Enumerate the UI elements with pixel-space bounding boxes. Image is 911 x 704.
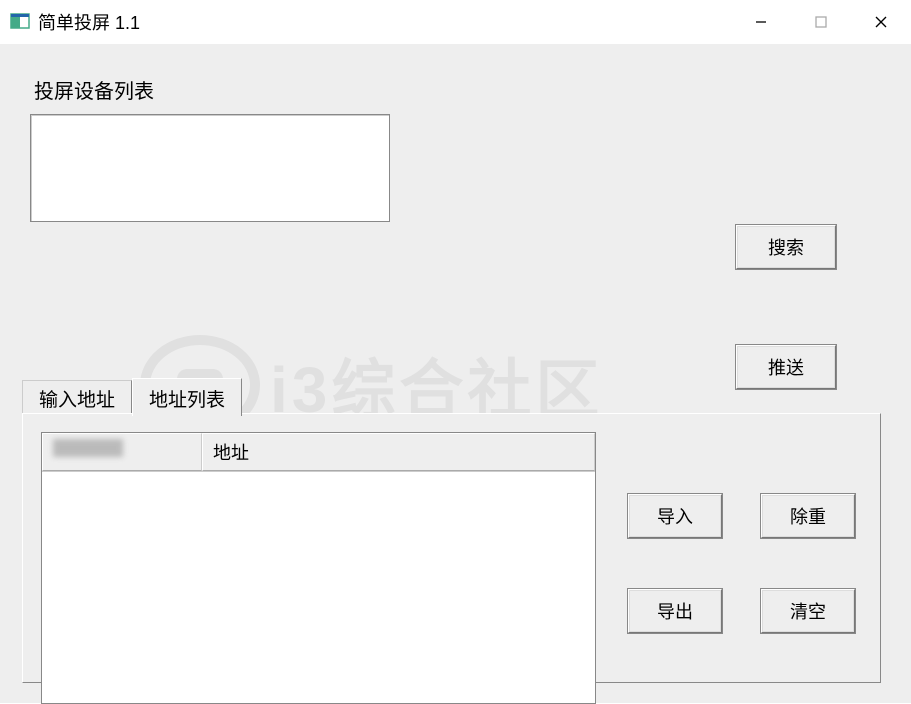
dedup-button[interactable]: 除重 [761,494,855,538]
table-body[interactable] [42,472,595,703]
window-title: 简单投屏 1.1 [38,9,140,35]
device-list-label: 投屏设备列表 [34,75,881,104]
title-bar: 简单投屏 1.1 [0,0,911,45]
import-button[interactable]: 导入 [628,494,722,538]
table-column-address[interactable]: 地址 [202,433,595,471]
tab-address-list[interactable]: 地址列表 [132,378,242,416]
table-header: xx 地址 [42,433,595,472]
client-area: i3综合社区 www.i3zh.com 投屏设备列表 搜索 推送 输入地址 地址… [0,45,911,703]
push-button[interactable]: 推送 [736,345,836,389]
device-list[interactable] [30,114,390,222]
app-icon [10,12,30,32]
window-controls [731,0,911,44]
minimize-button[interactable] [731,0,791,44]
address-list-panel: xx 地址 导入 除重 导出 清空 [22,413,881,683]
clear-button[interactable]: 清空 [761,589,855,633]
close-button[interactable] [851,0,911,44]
table-column-1[interactable]: xx [42,433,202,471]
address-table[interactable]: xx 地址 [41,432,596,704]
column-1-header-obscured: xx [53,439,123,457]
maximize-button[interactable] [791,0,851,44]
tabs: 输入地址 地址列表 [22,378,242,416]
export-button[interactable]: 导出 [628,589,722,633]
tab-input-address[interactable]: 输入地址 [22,380,132,416]
search-button[interactable]: 搜索 [736,225,836,269]
title-bar-left: 简单投屏 1.1 [10,9,140,35]
